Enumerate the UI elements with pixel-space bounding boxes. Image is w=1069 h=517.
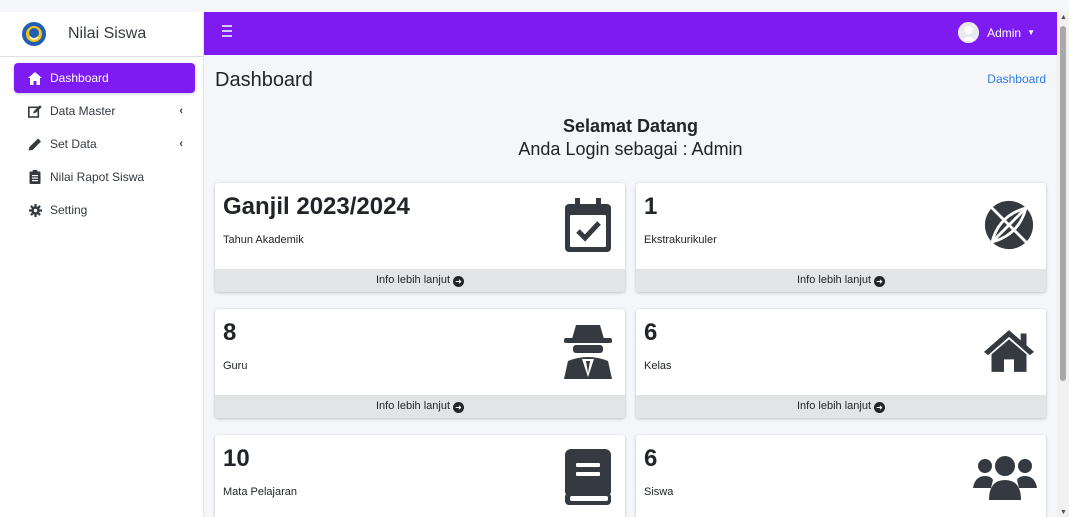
sidebar-item-set-data[interactable]: Set Data ‹ <box>14 129 195 159</box>
arrow-circle-right-icon: ➜ <box>453 402 464 413</box>
info-box-footer-label: Info lebih lanjut <box>376 274 450 286</box>
brand-name: Nilai Siswa <box>68 25 147 42</box>
sidebar-item-setting[interactable]: Setting <box>14 195 195 225</box>
user-menu[interactable]: Admin ▼ <box>958 22 1035 43</box>
info-box-value: 10 <box>223 445 250 472</box>
scroll-up-arrow-icon[interactable]: ▲ <box>1060 14 1067 21</box>
avatar <box>958 22 980 43</box>
info-box-footer-link[interactable]: Info lebih lanjut ➜ <box>636 395 1046 418</box>
page-title: Dashboard <box>215 69 313 91</box>
sidebar-item-label: Dashboard <box>50 71 109 85</box>
scroll-down-arrow-icon[interactable]: ▼ <box>1060 509 1067 516</box>
info-box-label: Tahun Akademik <box>223 234 304 246</box>
browser-top-strip <box>0 0 1069 12</box>
info-box-label: Siswa <box>644 486 674 498</box>
info-box-tahun-akademik: Ganjil 2023/2024 Tahun Akademik Info leb… <box>215 183 625 292</box>
sidebar-nav: Dashboard Data Master ‹ Set Data ‹ Nilai… <box>0 57 203 225</box>
info-box-footer-label: Info lebih lanjut <box>376 400 450 412</box>
menu-toggle-icon[interactable] <box>222 25 234 37</box>
info-box-label: Guru <box>223 360 248 372</box>
info-box-kelas: 6 Kelas Info lebih lanjut ➜ <box>636 309 1046 418</box>
pencil-icon <box>28 137 42 151</box>
user-name: Admin <box>987 25 1022 40</box>
calendar-check-icon <box>563 196 613 254</box>
sidebar-item-data-master[interactable]: Data Master ‹ <box>14 96 195 126</box>
chevron-left-icon: ‹ <box>179 105 183 117</box>
info-box-value: 1 <box>644 193 658 220</box>
info-box-value: 6 <box>644 319 658 346</box>
user-secret-icon <box>563 322 613 380</box>
edit-icon <box>28 104 42 118</box>
info-box-siswa: 6 Siswa <box>636 435 1046 517</box>
info-box-ekstrakurikuler: 1 Ekstrakurikuler Info lebih lanjut ➜ <box>636 183 1046 292</box>
basketball-icon <box>984 196 1034 254</box>
sidebar: Nilai Siswa Dashboard Data Master ‹ Set … <box>0 12 204 517</box>
arrow-circle-right-icon: ➜ <box>874 276 885 287</box>
home-icon <box>28 71 42 85</box>
welcome-subtitle: Anda Login sebagai : Admin <box>518 139 743 159</box>
sidebar-item-label: Nilai Rapot Siswa <box>50 170 145 184</box>
info-box-mata-pelajaran: 10 Mata Pelajaran <box>215 435 625 517</box>
top-navbar: Admin ▼ <box>204 12 1057 55</box>
sidebar-item-nilai-rapot-siswa[interactable]: Nilai Rapot Siswa <box>14 162 195 192</box>
users-icon <box>972 448 1038 506</box>
chevron-left-icon: ‹ <box>179 138 183 150</box>
info-box-footer-label: Info lebih lanjut <box>797 274 871 286</box>
arrow-circle-right-icon: ➜ <box>874 402 885 413</box>
info-box-value: 6 <box>644 445 658 472</box>
info-box-label: Ekstrakurikuler <box>644 234 717 246</box>
info-box-footer-link[interactable]: Info lebih lanjut ➜ <box>636 269 1046 292</box>
sidebar-item-label: Set Data <box>50 137 97 151</box>
scroll-thumb[interactable] <box>1060 26 1066 381</box>
info-box-label: Mata Pelajaran <box>223 486 297 498</box>
brand[interactable]: Nilai Siswa <box>0 12 203 57</box>
info-box-label: Kelas <box>644 360 672 372</box>
info-box-footer-link[interactable]: Info lebih lanjut ➜ <box>215 395 625 418</box>
arrow-circle-right-icon: ➜ <box>453 276 464 287</box>
breadcrumb[interactable]: Dashboard <box>987 72 1046 86</box>
caret-down-icon: ▼ <box>1027 28 1035 37</box>
scrollbar[interactable]: ▲ ▼ <box>1057 12 1069 517</box>
sidebar-item-label: Setting <box>50 203 88 217</box>
welcome-title: Selamat Datang <box>562 116 699 136</box>
info-box-value: 8 <box>223 319 237 346</box>
book-icon <box>563 448 613 506</box>
info-box-guru: 8 Guru Info lebih lanjut ➜ <box>215 309 625 418</box>
welcome-message: Selamat Datang Anda Login sebagai : Admi… <box>204 116 1057 160</box>
sidebar-item-label: Data Master <box>50 104 116 118</box>
info-box-value: Ganjil 2023/2024 <box>223 193 410 220</box>
brand-logo-icon <box>22 22 46 46</box>
gear-icon <box>28 203 42 217</box>
home-icon <box>984 322 1034 380</box>
info-box-footer-label: Info lebih lanjut <box>797 400 871 412</box>
info-box-footer-link[interactable]: Info lebih lanjut ➜ <box>215 269 625 292</box>
sidebar-item-dashboard[interactable]: Dashboard <box>14 63 195 93</box>
clipboard-icon <box>28 170 42 184</box>
